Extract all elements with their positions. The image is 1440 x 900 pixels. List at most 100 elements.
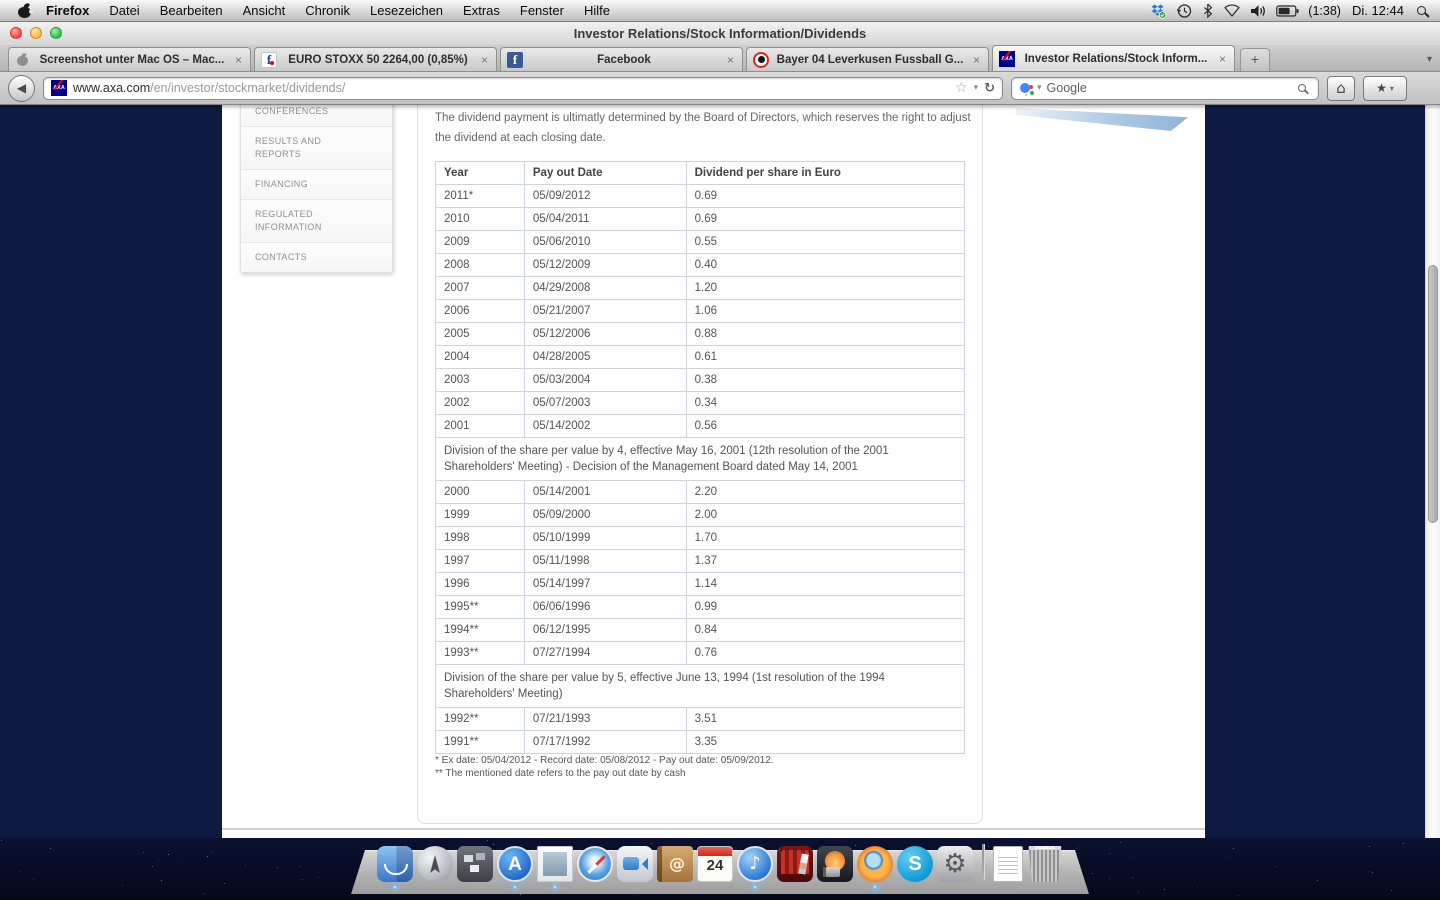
tab-close-icon[interactable]: × <box>1217 52 1228 66</box>
bluetooth-icon[interactable] <box>1202 3 1214 18</box>
sidebar-item[interactable]: FINANCING <box>241 169 392 199</box>
menu-item[interactable]: Lesezeichen <box>360 3 453 18</box>
dock-item[interactable] <box>937 846 973 882</box>
menu-item[interactable]: Chronik <box>295 3 360 18</box>
browser-tab[interactable]: EURO STOXX 50 2264,00 (0,85%) × <box>254 47 497 71</box>
window-titlebar[interactable]: Investor Relations/Stock Information/Div… <box>0 22 1440 45</box>
dock-item[interactable] <box>697 846 733 882</box>
dock-item[interactable] <box>1027 846 1063 882</box>
time-machine-icon[interactable] <box>1176 3 1193 19</box>
home-button[interactable]: ⌂ <box>1327 76 1355 101</box>
browser-tab[interactable]: Investor Relations/Stock Inform... × <box>992 45 1235 71</box>
dock-itunes-icon[interactable] <box>737 846 773 882</box>
dock-item[interactable] <box>777 846 813 882</box>
menu-clock[interactable]: Di. 12:44 <box>1352 3 1404 18</box>
battery-icon[interactable] <box>1276 5 1299 17</box>
tab-close-icon[interactable]: × <box>233 53 244 67</box>
browser-tab[interactable]: Bayer 04 Leverkusen Fussball G... × <box>746 47 989 71</box>
dock-item[interactable] <box>377 846 413 882</box>
back-button[interactable]: ◀ <box>8 75 35 102</box>
close-window-button[interactable] <box>10 27 22 39</box>
table-cell: 07/17/1992 <box>524 731 686 754</box>
bookmark-star-icon[interactable]: ☆ <box>955 81 968 95</box>
dock-item[interactable] <box>737 846 773 882</box>
dock-launchpad-icon[interactable] <box>417 846 453 882</box>
dock-item[interactable] <box>857 846 893 882</box>
dock-facetime-icon[interactable] <box>617 846 653 882</box>
scrollbar-thumb[interactable] <box>1428 265 1438 523</box>
table-row: 199705/11/19981.37 <box>436 550 965 573</box>
wifi-icon[interactable] <box>1223 3 1241 18</box>
dock-item[interactable] <box>993 846 1023 882</box>
table-cell: 1.06 <box>686 300 964 323</box>
all-tabs-dropdown-icon[interactable]: ▾ <box>1427 54 1432 65</box>
url-bar[interactable]: www.axa.com/en/investor/stockmarket/divi… <box>43 77 1003 100</box>
dock-item[interactable] <box>897 846 933 882</box>
menu-item[interactable]: Fenster <box>510 3 574 18</box>
dock-item[interactable] <box>617 846 653 882</box>
search-magnifier-icon[interactable] <box>1298 84 1306 92</box>
google-logo-icon[interactable] <box>1020 83 1030 93</box>
bookmarks-button[interactable]: ★▾ <box>1363 76 1407 101</box>
minimize-window-button[interactable] <box>30 27 42 39</box>
menu-app-name[interactable]: Firefox <box>32 3 99 18</box>
dock-divider-icon[interactable] <box>977 842 989 882</box>
sidebar-item[interactable]: REGULATED INFORMATION <box>241 199 392 242</box>
search-placeholder[interactable]: Google <box>1047 81 1293 95</box>
table-cell: 1998 <box>436 527 525 550</box>
menu-item[interactable]: Datei <box>99 3 149 18</box>
dropbox-icon[interactable] <box>1150 3 1167 19</box>
dock-app-store-icon[interactable] <box>497 846 533 882</box>
search-engine-dropdown-icon[interactable]: ▾ <box>1037 84 1042 93</box>
page-scrollbar[interactable] <box>1425 105 1440 838</box>
search-bar[interactable]: ▾ Google <box>1011 77 1319 100</box>
sidebar-item[interactable]: CONTACTS <box>241 242 392 272</box>
table-row: 1991**07/17/19923.35 <box>436 731 965 754</box>
dock-photo-booth-icon[interactable] <box>777 846 813 882</box>
dock-safari-icon[interactable] <box>577 846 613 882</box>
url-dropdown-icon[interactable]: ▾ <box>974 84 979 93</box>
menu-item[interactable]: Hilfe <box>574 3 620 18</box>
table-cell: 1991** <box>436 731 525 754</box>
dock-textedit-icon[interactable] <box>993 846 1023 882</box>
reload-icon[interactable]: ↻ <box>984 82 995 95</box>
dock-skype-icon[interactable] <box>897 846 933 882</box>
dock-mission-control-icon[interactable] <box>457 846 493 882</box>
table-cell: 2.00 <box>686 504 964 527</box>
dock-item[interactable] <box>497 846 533 882</box>
zoom-window-button[interactable] <box>50 27 62 39</box>
dock-item[interactable] <box>537 846 573 882</box>
tab-close-icon[interactable]: × <box>479 53 490 67</box>
dock-trash-icon[interactable] <box>1027 846 1063 882</box>
dock-mail-icon[interactable] <box>537 846 573 882</box>
sidebar-item[interactable]: RESULTS AND REPORTS <box>241 126 392 169</box>
dock-system-preferences-icon[interactable] <box>937 846 973 882</box>
new-tab-button[interactable]: + <box>1240 48 1270 71</box>
url-text[interactable]: www.axa.com/en/investor/stockmarket/divi… <box>73 81 949 95</box>
menu-item[interactable]: Extras <box>453 3 510 18</box>
dock-firefox-icon[interactable] <box>857 846 893 882</box>
browser-tab[interactable]: Screenshot unter Mac OS – Mac... × <box>8 47 251 71</box>
dock-iphoto-icon[interactable] <box>817 846 853 882</box>
table-cell: 2006 <box>436 300 525 323</box>
dock-ical-icon[interactable] <box>697 846 733 882</box>
volume-icon[interactable] <box>1250 4 1267 18</box>
dock-item[interactable] <box>657 846 693 882</box>
dock-finder-icon[interactable] <box>377 846 413 882</box>
spotlight-icon[interactable] <box>1417 6 1426 15</box>
note-cell: Division of the share per value by 4, ef… <box>436 438 965 481</box>
table-row: 200305/03/20040.38 <box>436 369 965 392</box>
tab-close-icon[interactable]: × <box>971 53 982 67</box>
dock-item[interactable] <box>817 846 853 882</box>
dock-item[interactable] <box>977 842 989 882</box>
finanzen-favicon <box>261 52 277 68</box>
dock-item[interactable] <box>577 846 613 882</box>
browser-tab[interactable]: Facebook × <box>500 47 743 71</box>
dock-item[interactable] <box>417 846 453 882</box>
tab-close-icon[interactable]: × <box>725 53 736 67</box>
menu-item[interactable]: Ansicht <box>233 3 296 18</box>
menu-item[interactable]: Bearbeiten <box>150 3 233 18</box>
dock-item[interactable] <box>457 846 493 882</box>
dock-address-book-icon[interactable] <box>657 846 693 882</box>
apple-menu-icon[interactable] <box>18 3 32 19</box>
